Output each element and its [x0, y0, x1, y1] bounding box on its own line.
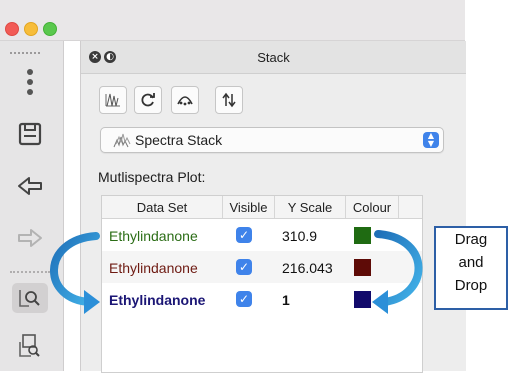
right-arrow-head — [372, 290, 388, 314]
drag-and-drop-callout: Drag and Drop — [434, 226, 508, 310]
callout-line: and — [458, 254, 484, 271]
left-arrow-head — [84, 290, 100, 314]
drag-drop-arrows — [50, 230, 423, 314]
right-drag-arrow-path — [374, 230, 423, 306]
callout-line: Drop — [454, 277, 488, 294]
left-drag-arrow-path — [50, 232, 100, 306]
callout-line: Drag — [454, 231, 488, 248]
